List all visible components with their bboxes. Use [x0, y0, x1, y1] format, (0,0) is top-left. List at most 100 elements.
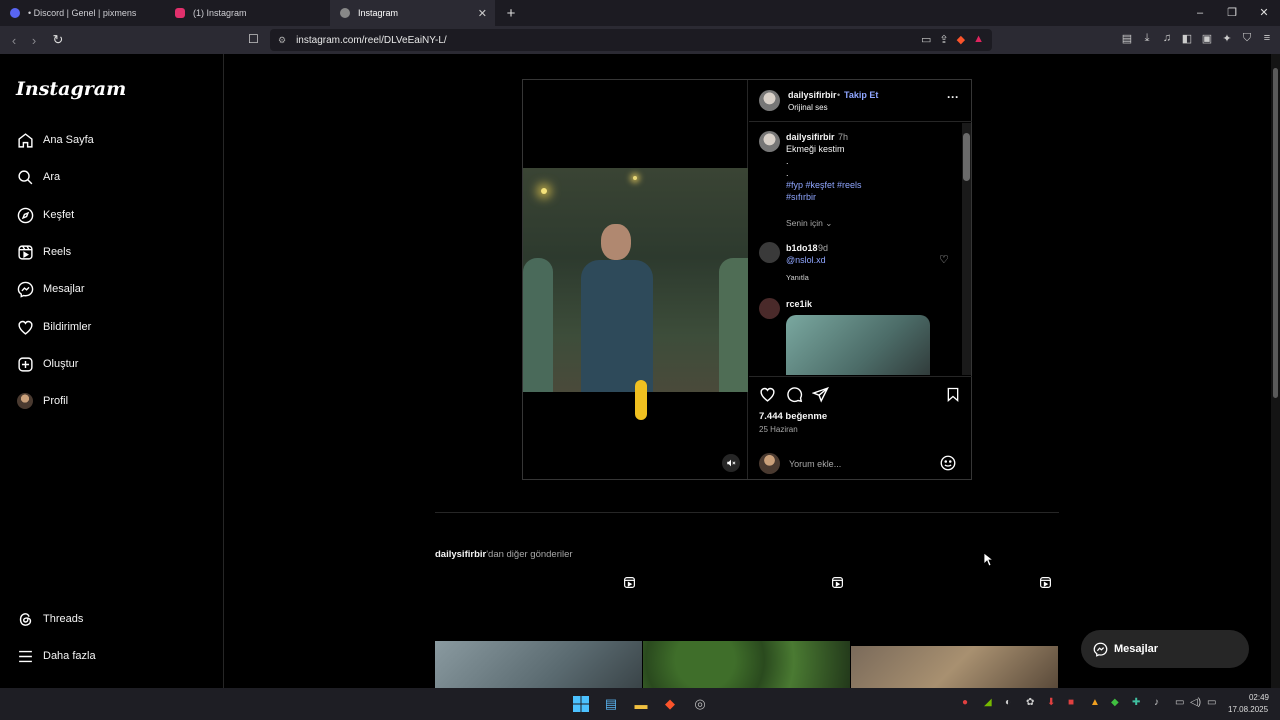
- tray-app-icon[interactable]: ◆: [1111, 697, 1119, 708]
- cast-icon[interactable]: ▭: [921, 33, 931, 46]
- comment-image[interactable]: [786, 315, 930, 375]
- follow-button[interactable]: Takip Et: [844, 90, 878, 100]
- page-scrollbar[interactable]: [1271, 54, 1280, 688]
- sidebar-item-create[interactable]: Oluştur: [16, 355, 78, 373]
- caption-text: Ekmeği kestim: [786, 144, 845, 154]
- caption-hashtags[interactable]: #fyp #keşfet #reels: [786, 180, 862, 190]
- battery-icon[interactable]: ▭: [1207, 697, 1216, 708]
- comment-like-icon[interactable]: ♡: [939, 253, 949, 266]
- download-icon[interactable]: ⤓: [1140, 32, 1154, 45]
- comment-username[interactable]: b1do18: [786, 243, 818, 253]
- likes-count[interactable]: 7.444 beğenme: [759, 411, 827, 422]
- share-icon[interactable]: ⇪: [939, 33, 948, 46]
- forward-button[interactable]: ›: [24, 33, 44, 48]
- commenter-avatar[interactable]: [759, 298, 780, 319]
- tray-app-icon[interactable]: ●: [962, 697, 968, 708]
- tab-discord[interactable]: • Discord | Genel | pixmens: [0, 0, 165, 26]
- tray-app-icon[interactable]: ▲: [1090, 697, 1100, 708]
- tray-app-icon[interactable]: ⬇: [1047, 697, 1055, 708]
- grid-post-thumbnail[interactable]: [643, 641, 850, 688]
- reels-icon: [832, 577, 843, 588]
- caption-hashtag[interactable]: #sıfırbir: [786, 192, 816, 202]
- comment-input[interactable]: Yorum ekle...: [789, 459, 841, 469]
- more-options-icon[interactable]: ···: [947, 90, 959, 104]
- file-explorer-icon[interactable]: ▬: [631, 694, 651, 714]
- comments-scrollbar[interactable]: [962, 123, 971, 375]
- address-bar[interactable]: ⚙ instagram.com/reel/DLVeEaiNY-L/ ▭ ⇪ ◆ …: [270, 29, 992, 51]
- network-icon[interactable]: ▭: [1175, 697, 1184, 708]
- microphone-icon[interactable]: ♪: [1154, 697, 1159, 708]
- brave-rewards-icon[interactable]: ▲: [973, 33, 984, 46]
- tray-app-icon[interactable]: ■: [1068, 697, 1074, 708]
- sidebar-item-notifications[interactable]: Bildirimler: [16, 318, 91, 336]
- sidebar-item-label: Oluştur: [43, 358, 79, 370]
- back-button[interactable]: ‹: [4, 33, 24, 48]
- like-icon[interactable]: [759, 386, 776, 403]
- tray-app-icon[interactable]: ✚: [1132, 697, 1140, 708]
- clock-date[interactable]: 17.08.2025: [1228, 705, 1268, 714]
- menu-icon[interactable]: ≡: [1260, 32, 1274, 45]
- app-icon[interactable]: ◎: [690, 694, 710, 714]
- minimize-button[interactable]: –: [1184, 0, 1216, 26]
- restore-button[interactable]: ❐: [1216, 0, 1248, 26]
- comment-icon[interactable]: [786, 386, 803, 403]
- author-avatar[interactable]: [759, 90, 780, 111]
- scrollbar-thumb[interactable]: [963, 133, 970, 181]
- tray-app-icon[interactable]: ✿: [1026, 697, 1034, 708]
- tab-instagram-notif[interactable]: (1) Instagram: [165, 0, 330, 26]
- brave-browser-icon[interactable]: ◆: [660, 694, 680, 714]
- vpn-shield-icon[interactable]: ⛉: [1240, 32, 1254, 45]
- clock-time[interactable]: 02:49: [1237, 693, 1269, 702]
- grid-post-thumbnail[interactable]: [851, 646, 1058, 688]
- grid-post-thumbnail[interactable]: [435, 641, 642, 688]
- sidebar-item-home[interactable]: Ana Sayfa: [16, 131, 94, 149]
- sidebar-item-messages[interactable]: Mesajlar: [16, 280, 85, 298]
- sidebar-item-search[interactable]: Ara: [16, 168, 60, 186]
- brave-shield-icon[interactable]: ◆: [957, 33, 965, 46]
- comment-username[interactable]: rce1ik: [786, 299, 812, 309]
- caption-username[interactable]: dailysifirbir: [786, 132, 835, 142]
- person-right: [719, 258, 748, 392]
- instagram-logo[interactable]: Instagram: [16, 78, 126, 100]
- widgets-icon[interactable]: ▤: [601, 694, 621, 714]
- close-tab-icon[interactable]: ✕: [478, 7, 487, 20]
- volume-icon[interactable]: ◁): [1190, 697, 1201, 708]
- sort-label: Senin için: [786, 218, 823, 228]
- sidebar-item-more[interactable]: Daha fazla: [16, 647, 96, 665]
- author-username[interactable]: dailysifirbir: [788, 90, 837, 100]
- person-left: [523, 258, 553, 392]
- nvidia-icon[interactable]: ◢: [984, 697, 992, 708]
- messages-floating-button[interactable]: Mesajlar: [1081, 630, 1249, 668]
- save-icon[interactable]: [945, 386, 961, 403]
- windows-start-icon[interactable]: [571, 694, 591, 714]
- more-posts-username[interactable]: dailysifirbir: [435, 549, 486, 560]
- site-info-icon[interactable]: ⚙: [278, 35, 286, 46]
- commenter-avatar[interactable]: [759, 242, 780, 263]
- reply-button[interactable]: Yanıtla: [786, 273, 809, 282]
- mute-button[interactable]: [722, 454, 740, 472]
- share-icon[interactable]: [812, 386, 829, 403]
- wallet-icon[interactable]: ▣: [1200, 32, 1214, 45]
- comment-mention[interactable]: @nslol.xd: [786, 255, 826, 265]
- sidebar-item-profile[interactable]: Profil: [16, 392, 68, 410]
- audio-label[interactable]: Orijinal ses: [788, 103, 828, 112]
- caption-avatar[interactable]: [759, 131, 780, 152]
- music-icon[interactable]: ♫: [1160, 32, 1174, 45]
- emoji-icon[interactable]: [939, 454, 957, 472]
- comment-sort-dropdown[interactable]: Senin için ⌄: [786, 218, 832, 229]
- reels-icon: [1040, 577, 1051, 588]
- scrollbar-thumb[interactable]: [1273, 68, 1278, 398]
- leo-ai-icon[interactable]: ✦: [1220, 32, 1234, 45]
- tab-search-icon[interactable]: ▤: [1120, 32, 1134, 45]
- reload-button[interactable]: ↻: [48, 32, 68, 48]
- bookmark-icon[interactable]: ☐: [248, 32, 259, 46]
- reel-video[interactable]: [523, 80, 748, 479]
- sidebar-item-reels[interactable]: Reels: [16, 243, 71, 261]
- tab-instagram-active[interactable]: Instagram ✕: [330, 0, 495, 26]
- new-tab-button[interactable]: +: [501, 5, 521, 22]
- close-window-button[interactable]: ✕: [1248, 0, 1280, 26]
- sidebar-toggle-icon[interactable]: ◧: [1180, 32, 1194, 45]
- tray-app-icon[interactable]: ◐: [1005, 697, 1011, 708]
- sidebar-item-explore[interactable]: Keşfet: [16, 206, 74, 224]
- sidebar-item-threads[interactable]: Threads: [16, 610, 83, 628]
